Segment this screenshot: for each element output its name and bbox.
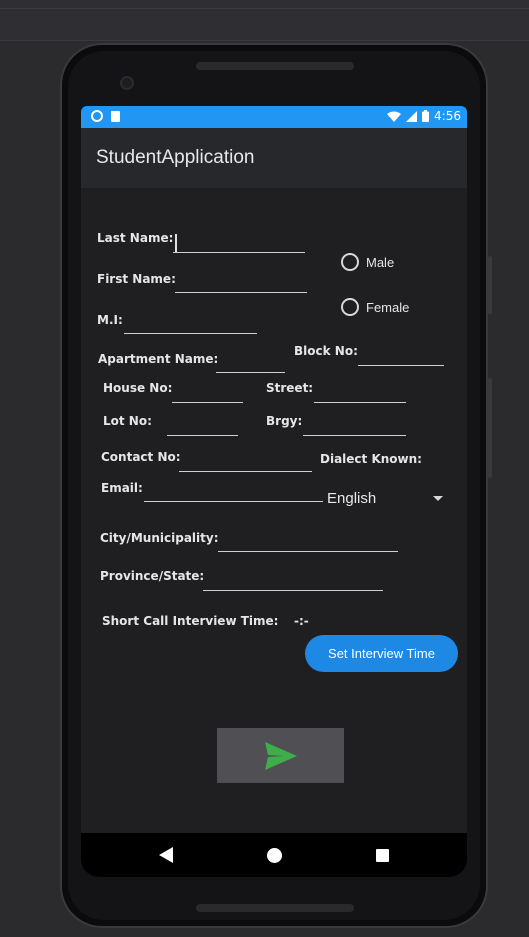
apartment-label: Apartment Name:: [98, 352, 219, 366]
bottom-speaker: [196, 904, 354, 912]
emulator-toolbar: [0, 0, 529, 41]
last-name-label: Last Name:: [97, 231, 174, 245]
send-icon: [264, 741, 297, 770]
block-label: Block No:: [294, 344, 358, 358]
back-icon: [159, 847, 173, 863]
apartment-input[interactable]: [216, 354, 285, 373]
phone-screen: 4:56 StudentApplication Last Name: First…: [81, 106, 467, 877]
dialect-spinner[interactable]: English: [327, 489, 445, 509]
first-name-input[interactable]: [175, 274, 307, 293]
brgy-label: Brgy:: [266, 414, 303, 428]
status-time: 4:56: [434, 109, 461, 123]
brgy-input[interactable]: [303, 417, 406, 436]
wifi-icon: [387, 111, 402, 122]
radio-female[interactable]: Female: [341, 298, 409, 316]
power-button: [488, 256, 492, 314]
recents-button[interactable]: [367, 833, 397, 877]
house-input[interactable]: [172, 384, 243, 403]
province-label: Province/State:: [100, 569, 205, 583]
contact-input[interactable]: [179, 453, 312, 472]
radio-button-icon: [341, 298, 359, 316]
last-name-input[interactable]: [173, 234, 305, 253]
province-input[interactable]: [203, 572, 383, 591]
earpiece-speaker: [196, 62, 354, 70]
email-input[interactable]: [144, 483, 323, 502]
volume-button: [488, 378, 492, 478]
notification-circle-icon: [91, 110, 103, 122]
house-label: House No:: [103, 381, 173, 395]
radio-female-label: Female: [366, 299, 410, 315]
status-bar: 4:56: [81, 106, 467, 128]
radio-male[interactable]: Male: [341, 253, 394, 271]
street-label: Street:: [266, 381, 314, 395]
sd-card-icon: [111, 110, 120, 122]
first-name-label: First Name:: [97, 272, 176, 286]
dropdown-arrow-icon: [433, 496, 443, 501]
app-title: StudentApplication: [96, 147, 255, 168]
mi-input[interactable]: [124, 315, 257, 334]
contact-label: Contact No:: [101, 450, 181, 464]
block-input[interactable]: [358, 347, 444, 366]
text-cursor: [175, 234, 177, 252]
dialect-label: Dialect Known:: [320, 452, 422, 466]
recents-icon: [375, 848, 389, 862]
battery-icon: [422, 110, 430, 122]
lot-label: Lot No:: [103, 414, 152, 428]
back-button[interactable]: [151, 833, 181, 877]
set-interview-time-button[interactable]: Set Interview Time: [305, 635, 458, 672]
submit-button[interactable]: [217, 728, 344, 783]
city-input[interactable]: [218, 533, 398, 552]
front-camera: [120, 76, 134, 90]
app-bar: StudentApplication: [81, 128, 467, 188]
navigation-bar: [81, 833, 467, 877]
interview-time-value: -:-: [294, 614, 309, 628]
radio-male-label: Male: [366, 254, 395, 270]
interview-time-label: Short Call Interview Time:: [102, 614, 279, 628]
dialect-selected-value: English: [327, 490, 377, 507]
signal-icon: [406, 110, 418, 122]
lot-input[interactable]: [167, 417, 238, 436]
email-label: Email:: [101, 481, 143, 495]
home-icon: [266, 847, 282, 863]
radio-button-icon: [341, 253, 359, 271]
city-label: City/Municipality:: [100, 531, 219, 545]
street-input[interactable]: [314, 384, 406, 403]
home-button[interactable]: [259, 833, 289, 877]
mi-label: M.I:: [97, 313, 123, 327]
